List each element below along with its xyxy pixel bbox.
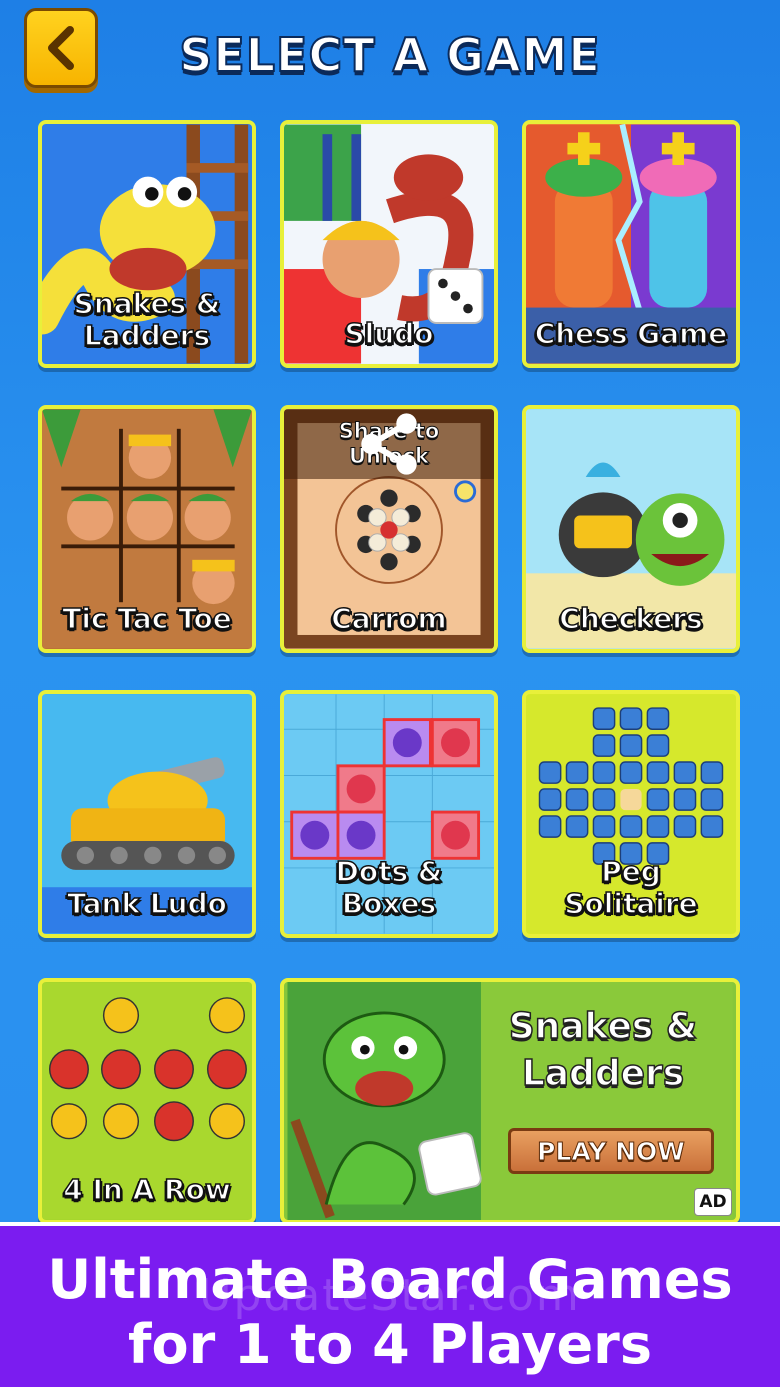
game-card-carrom[interactable]: Share to Unlock Carrom — [280, 405, 498, 653]
game-label: Snakes & — [73, 286, 221, 320]
game-label: Carrom — [331, 601, 448, 635]
game-label: Tic Tac Toe — [62, 601, 233, 635]
game-label-line2: Ladders — [83, 318, 211, 352]
share-to-unlock-overlay[interactable]: Share to Unlock — [284, 409, 494, 479]
game-label: Sludo — [344, 316, 434, 350]
banner-line2: for 1 to 4 Players — [128, 1312, 652, 1376]
game-label: 4 In A Row — [63, 1172, 232, 1206]
game-card-checkers[interactable]: Checkers — [522, 405, 740, 653]
game-card-tank-ludo[interactable]: Tank Ludo — [38, 690, 256, 938]
ad-title-line2: Ladders — [521, 1052, 685, 1094]
game-card-4-in-a-row[interactable]: 4 In A Row — [38, 978, 256, 1224]
ad-title-line1: Snakes & — [508, 1005, 698, 1047]
game-label: Peg Solitaire — [564, 854, 699, 920]
game-card-snakes-ladders[interactable]: Snakes & Ladders — [38, 120, 256, 368]
game-label: Checkers — [559, 601, 704, 635]
game-card-chess-game[interactable]: Chess Game — [522, 120, 740, 368]
game-card-sludo[interactable]: Sludo — [280, 120, 498, 368]
page-title: SELECT A GAME — [178, 27, 601, 83]
share-icon — [361, 413, 417, 475]
game-label: Tank Ludo — [66, 886, 227, 920]
play-now-button[interactable]: PLAY NOW — [508, 1128, 714, 1174]
promo-banner: Ultimate Board Games for 1 to 4 Players — [0, 1222, 780, 1387]
game-label: Chess Game — [534, 316, 728, 350]
banner-line1: Ultimate Board Games — [47, 1248, 733, 1311]
game-label: Dots & Boxes — [335, 854, 443, 920]
game-card-dots-boxes[interactable]: Dots & Boxes — [280, 690, 498, 938]
ad-card-snakes-ladders[interactable]: Snakes & Ladders PLAY NOW AD — [280, 978, 740, 1224]
game-card-peg-solitaire[interactable]: Peg Solitaire — [522, 690, 740, 938]
ad-badge: AD — [694, 1188, 732, 1216]
game-card-tic-tac-toe[interactable]: Tic Tac Toe — [38, 405, 256, 653]
